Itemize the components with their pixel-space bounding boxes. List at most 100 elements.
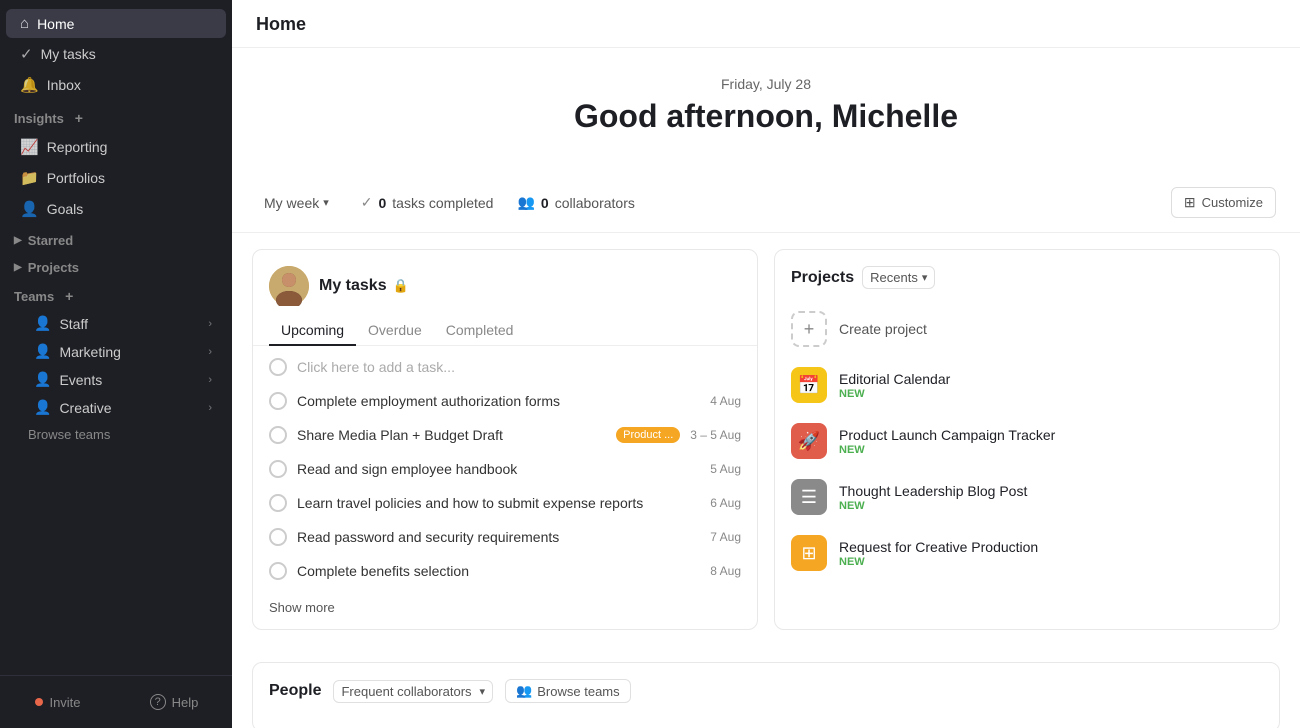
hero-greeting: Good afternoon, Michelle [256, 98, 1276, 135]
task-date: 6 Aug [710, 496, 741, 510]
browse-teams-label: Browse teams [537, 684, 619, 699]
teams-add-button[interactable]: + [60, 287, 78, 305]
sidebar-item-reporting[interactable]: 📈 Reporting [6, 132, 226, 162]
goals-icon: 👤 [20, 200, 39, 218]
task-row[interactable]: Share Media Plan + Budget Draft Product … [253, 418, 757, 452]
tab-overdue[interactable]: Overdue [356, 316, 434, 346]
events-chevron: › [208, 374, 212, 386]
person-icon-3: 👤 [34, 371, 51, 388]
sidebar-label-my-tasks: My tasks [41, 46, 96, 62]
sidebar-item-staff[interactable]: 👤 Staff › [6, 310, 226, 337]
recents-selector[interactable]: Recents ▾ [862, 266, 935, 289]
sidebar-label-reporting: Reporting [47, 139, 108, 155]
help-button[interactable]: ? Help [118, 686, 230, 718]
sidebar-item-marketing[interactable]: 👤 Marketing › [6, 338, 226, 365]
task-name: Complete employment authorization forms [297, 393, 700, 409]
home-icon: ⌂ [20, 15, 29, 32]
sidebar-label-marketing: Marketing [59, 344, 120, 360]
task-row[interactable]: Read and sign employee handbook 5 Aug [253, 452, 757, 486]
sidebar-item-events[interactable]: 👤 Events › [6, 366, 226, 393]
browse-teams-sidebar-link[interactable]: Browse teams [0, 422, 232, 447]
starred-section[interactable]: ▶ Starred [0, 225, 232, 252]
task-row[interactable]: Complete employment authorization forms … [253, 384, 757, 418]
content-grid: My tasks 🔒 Upcoming Overdue Completed [232, 233, 1300, 646]
projects-card: Projects Recents ▾ + Create project 📅 Ed… [774, 249, 1280, 630]
check-icon: ✓ [20, 45, 33, 63]
check-stat-icon: ✓ [361, 194, 373, 211]
freq-label: Frequent collaborators [341, 684, 471, 699]
add-task-row[interactable]: Click here to add a task... [253, 350, 757, 384]
project-badge: NEW [839, 500, 1263, 512]
collab-icon: 👥 [517, 194, 534, 211]
people-header: People Frequent collaborators ▾ 👥 Browse… [269, 679, 1263, 703]
my-tasks-header: My tasks 🔒 [253, 250, 757, 306]
task-date: 7 Aug [710, 530, 741, 544]
project-name: Product Launch Campaign Tracker [839, 427, 1263, 443]
project-icon: 📅 [791, 367, 827, 403]
task-row[interactable]: Learn travel policies and how to submit … [253, 486, 757, 520]
customize-label: Customize [1202, 195, 1263, 210]
invite-button[interactable]: Invite [2, 686, 114, 718]
project-info: Editorial Calendar NEW [839, 371, 1263, 400]
project-item[interactable]: ☰ Thought Leadership Blog Post NEW [775, 469, 1279, 525]
invite-label: Invite [49, 695, 80, 710]
project-item[interactable]: 🚀 Product Launch Campaign Tracker NEW [775, 413, 1279, 469]
teams-section[interactable]: Teams + [0, 279, 232, 309]
tab-completed[interactable]: Completed [434, 316, 526, 346]
add-task-placeholder: Click here to add a task... [297, 359, 455, 375]
hero-date: Friday, July 28 [256, 76, 1276, 92]
freq-collaborators-selector[interactable]: Frequent collaborators ▾ [333, 680, 493, 703]
people-section: People Frequent collaborators ▾ 👥 Browse… [232, 646, 1300, 728]
task-row[interactable]: Complete benefits selection 8 Aug [253, 554, 757, 588]
customize-button[interactable]: ⊞ Customize [1171, 187, 1276, 218]
staff-chevron: › [208, 318, 212, 330]
reporting-icon: 📈 [20, 138, 39, 156]
customize-icon: ⊞ [1184, 194, 1196, 211]
projects-section[interactable]: ▶ Projects [0, 252, 232, 279]
people-card-header: People Frequent collaborators ▾ 👥 Browse… [253, 663, 1279, 728]
person-icon-4: 👤 [34, 399, 51, 416]
week-label: My week [264, 195, 319, 211]
task-rows: Complete employment authorization forms … [253, 384, 757, 588]
project-name: Editorial Calendar [839, 371, 1263, 387]
avatar [269, 266, 309, 306]
sidebar-item-inbox[interactable]: 🔔 Inbox [6, 70, 226, 100]
my-tasks-card: My tasks 🔒 Upcoming Overdue Completed [252, 249, 758, 630]
project-item[interactable]: ⊞ Request for Creative Production NEW [775, 525, 1279, 581]
invite-dot [35, 698, 43, 706]
insights-add-button[interactable]: + [70, 109, 88, 127]
task-name: Learn travel policies and how to submit … [297, 495, 700, 511]
project-icon: ⊞ [791, 535, 827, 571]
collaborators-label: collaborators [555, 195, 635, 211]
freq-chevron: ▾ [480, 685, 486, 698]
show-more-button[interactable]: Show more [253, 592, 757, 629]
insights-section[interactable]: Insights + [0, 101, 232, 131]
task-date: 4 Aug [710, 394, 741, 408]
browse-teams-icon: 👥 [516, 683, 532, 699]
page-header: Home [232, 0, 1300, 48]
tab-upcoming[interactable]: Upcoming [269, 316, 356, 346]
week-selector[interactable]: My week ▾ [256, 191, 337, 215]
insights-label: Insights [14, 111, 64, 126]
task-row[interactable]: Read password and security requirements … [253, 520, 757, 554]
main-content: Home Friday, July 28 Good afternoon, Mic… [232, 0, 1300, 728]
task-date: 5 Aug [710, 462, 741, 476]
project-badge: NEW [839, 388, 1263, 400]
task-check [269, 562, 287, 580]
sidebar-label-staff: Staff [59, 316, 88, 332]
sidebar-label-home: Home [37, 16, 74, 32]
sidebar-item-portfolios[interactable]: 📁 Portfolios [6, 163, 226, 193]
sidebar-item-goals[interactable]: 👤 Goals [6, 194, 226, 224]
sidebar-item-home[interactable]: ⌂ Home [6, 9, 226, 38]
project-item[interactable]: 📅 Editorial Calendar NEW [775, 357, 1279, 413]
browse-teams-button[interactable]: 👥 Browse teams [505, 679, 631, 703]
stats-row: My week ▾ ✓ 0 tasks completed 👥 0 collab… [232, 175, 1300, 233]
create-project-row[interactable]: + Create project [775, 301, 1279, 357]
create-project-label: Create project [839, 321, 927, 337]
task-tag: Product ... [616, 427, 680, 443]
sidebar-item-my-tasks[interactable]: ✓ My tasks [6, 39, 226, 69]
person-icon: 👤 [34, 315, 51, 332]
help-label: Help [172, 695, 199, 710]
sidebar-item-creative[interactable]: 👤 Creative › [6, 394, 226, 421]
starred-label: Starred [28, 233, 74, 248]
